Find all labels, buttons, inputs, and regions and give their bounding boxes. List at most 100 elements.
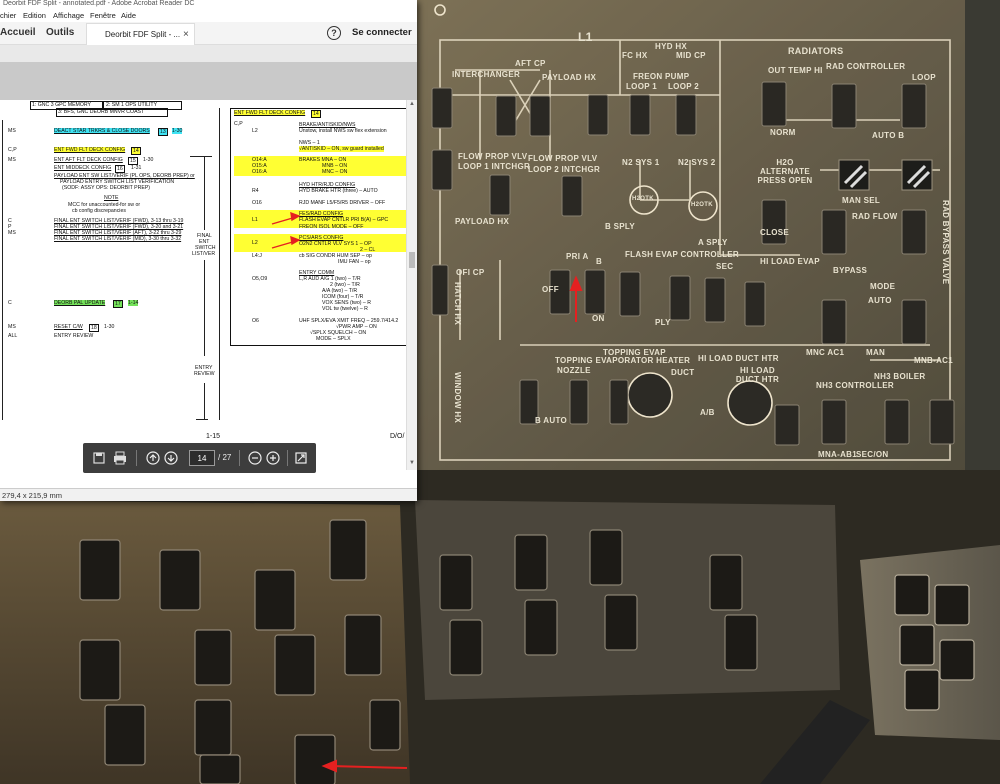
page-navigation-toolbar: 14 / 27 bbox=[83, 443, 316, 473]
previous-page-icon[interactable] bbox=[145, 450, 161, 466]
page-footer: 1-15 bbox=[206, 433, 221, 440]
panel-label-b-sply: B SPLY bbox=[605, 222, 635, 231]
toolbar-separator bbox=[136, 450, 137, 466]
page-number-input[interactable]: 14 bbox=[189, 450, 215, 466]
close-tab-icon[interactable]: × bbox=[183, 29, 189, 40]
help-icon[interactable]: ? bbox=[327, 26, 341, 40]
panel-label-n2-sys1: N2 SYS 1 bbox=[622, 158, 660, 167]
panel-label-loop1: LOOP 1 bbox=[626, 82, 657, 91]
panel-label-radiators: RADIATORS bbox=[788, 46, 844, 56]
panel-label-flash-evap-ctlr: FLASH EVAP CONTROLLER bbox=[625, 250, 740, 259]
menu-window[interactable]: Fenêtre bbox=[90, 11, 116, 20]
panel-label-aft-cp: AFT CP bbox=[515, 59, 546, 68]
minus-circle-icon bbox=[248, 451, 262, 465]
panel-label-rad-flow: RAD FLOW bbox=[852, 212, 898, 221]
toolbar bbox=[0, 45, 417, 63]
panel-label-loop-2-intchgr: LOOP 2 INTCHGR bbox=[528, 165, 601, 174]
panel-label-rad-bypass-valve: RAD BYPASS VALVE bbox=[941, 200, 950, 285]
panel-label-off: OFF bbox=[542, 285, 559, 294]
scrollbar-thumb[interactable] bbox=[409, 252, 415, 268]
save-icon-glyph bbox=[93, 452, 105, 464]
panel-label-ofi-cp: OFI CP bbox=[456, 268, 485, 277]
document-area-background bbox=[0, 62, 417, 100]
doc-annotation-arrows bbox=[271, 211, 301, 249]
menu-view[interactable]: Affichage bbox=[53, 11, 84, 20]
sign-in-button[interactable]: Se connecter bbox=[352, 27, 412, 38]
print-icon[interactable] bbox=[112, 450, 128, 466]
panel-label-topping-evap-heater: TOPPING EVAPORATOR HEATER bbox=[555, 356, 691, 365]
arrow-down-icon bbox=[164, 451, 178, 465]
expand-icon bbox=[295, 452, 307, 464]
panel-label-freon-pump: FREON PUMP bbox=[633, 72, 690, 81]
menu-help[interactable]: Aide bbox=[121, 11, 136, 20]
panel-label-hi-load: HI LOAD DUCT HTR bbox=[735, 366, 780, 384]
fit-page-icon[interactable] bbox=[293, 450, 309, 466]
panel-label-n2-sys2: N2 SYS 2 bbox=[678, 158, 716, 167]
arrow-up-icon bbox=[146, 451, 160, 465]
tab-bar: Accueil Outils Deorbit FDF Split - ... ×… bbox=[0, 22, 417, 45]
panel-label-auto: AUTO bbox=[868, 296, 892, 305]
panel-label-norm: NORM bbox=[770, 128, 796, 137]
panel-label-mid-cp: MID CP bbox=[676, 51, 706, 60]
page-size: 279,4 x 215,9 mm bbox=[2, 491, 63, 500]
page-footer-right: D/O/ bbox=[390, 433, 405, 440]
vertical-scrollbar[interactable]: ▲ ▼ bbox=[406, 100, 417, 470]
save-icon[interactable] bbox=[91, 450, 107, 466]
panel-label-auto-b: AUTO B bbox=[872, 131, 905, 140]
panel-label-payload-hx-2: PAYLOAD HX bbox=[455, 217, 510, 226]
panel-label-nh3-boiler: NH3 BOILER bbox=[874, 372, 926, 381]
panel-label-fc-hx: FC HX bbox=[622, 51, 648, 60]
scroll-up-icon[interactable]: ▲ bbox=[409, 101, 415, 107]
page-total: / 27 bbox=[218, 453, 232, 462]
menu-edit[interactable]: Edition bbox=[23, 11, 46, 20]
menu-file[interactable]: chier bbox=[0, 11, 16, 20]
panel-label-loop-1-intchgr: LOOP 1 INTCHGR bbox=[458, 162, 531, 171]
panel-label-mnc-ac1: MNC AC1 bbox=[806, 348, 845, 357]
panel-label-hi-load-evap: HI LOAD EVAP bbox=[760, 257, 820, 266]
document-page: 1: GNC 3 GPC MEMORY 2: SM 1 OPS UTILITY … bbox=[0, 100, 408, 470]
next-page-icon[interactable] bbox=[163, 450, 179, 466]
panel-label-loop: LOOP bbox=[912, 73, 936, 82]
panel-label-man: MAN bbox=[866, 348, 886, 357]
zoom-in-icon[interactable] bbox=[265, 450, 281, 466]
tab-document-label: Deorbit FDF Split - ... bbox=[105, 30, 181, 39]
print-icon-glyph bbox=[114, 451, 126, 465]
plus-circle-icon bbox=[266, 451, 280, 465]
panel-label-a-b: A/B bbox=[700, 408, 715, 417]
panel-label-a-sply: A SPLY bbox=[698, 238, 728, 247]
panel-label-flow-prop-vlv-2: FLOW PROP VLV bbox=[528, 154, 598, 163]
zoom-out-icon[interactable] bbox=[247, 450, 263, 466]
panel-label-interchanger: INTERCHANGER bbox=[452, 70, 521, 79]
toolbar-separator-2 bbox=[239, 450, 240, 466]
window-title: Deorbit FDF Split - annotated.pdf - Adob… bbox=[0, 0, 417, 8]
tab-home[interactable]: Accueil bbox=[0, 27, 36, 38]
tab-tools[interactable]: Outils bbox=[46, 27, 74, 38]
panel-label-on: ON bbox=[592, 314, 605, 323]
panel-label-mnb-ac1: MNB-AC1 bbox=[914, 356, 953, 365]
panel-label-nozzle: NOZZLE bbox=[557, 366, 591, 375]
scroll-down-icon[interactable]: ▼ bbox=[409, 460, 415, 466]
panel-label-ply: PLY bbox=[655, 318, 671, 327]
menu-bar: chier Edition Affichage Fenêtre Aide bbox=[0, 8, 417, 22]
tab-document[interactable]: Deorbit FDF Split - ... × bbox=[86, 23, 195, 45]
panel-label-sec-on: SEC/ON bbox=[856, 450, 889, 459]
panel-label-mna-ac1: MNA-AB1 bbox=[818, 450, 857, 459]
panel-label-sec: SEC bbox=[716, 262, 734, 271]
panel-label-h2otk-a: H2OTK bbox=[691, 202, 713, 208]
panel-label-pri-a: PRI A bbox=[566, 252, 589, 261]
toolbar-separator-3 bbox=[287, 450, 288, 466]
panel-label-payload-hx: PAYLOAD HX bbox=[542, 73, 597, 82]
panel-label-window-hx: WINDOW HX bbox=[453, 372, 462, 424]
panel-label-close: CLOSE bbox=[760, 228, 790, 237]
panel-label-out-temp-hi: OUT TEMP HI bbox=[768, 66, 823, 75]
panel-label-loop2: LOOP 2 bbox=[668, 82, 699, 91]
acrobat-window: Deorbit FDF Split - annotated.pdf - Adob… bbox=[0, 0, 417, 501]
panel-label-h2o-alt-press: H2O ALTERNATE PRESS OPEN bbox=[757, 158, 813, 185]
panel-label-b-auto: B AUTO bbox=[535, 416, 568, 425]
panel-label-mode: MODE bbox=[870, 282, 896, 291]
panel-label-rad-controller: RAD CONTROLLER bbox=[826, 62, 906, 71]
panel-label-hi-load-duct-htr: HI LOAD DUCT HTR bbox=[698, 354, 779, 363]
status-bar: 279,4 x 215,9 mm bbox=[0, 488, 417, 501]
panel-label-hyd-hx: HYD HX bbox=[655, 42, 688, 51]
panel-label-h2otk-b: H2OTK bbox=[632, 196, 654, 202]
